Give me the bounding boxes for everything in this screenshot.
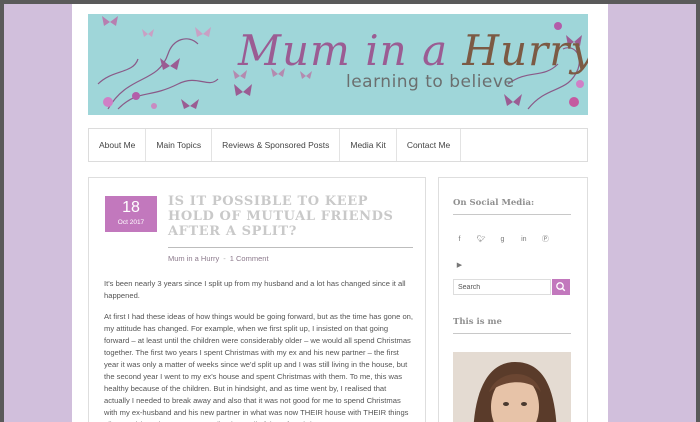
- google-plus-icon[interactable]: g: [498, 235, 507, 244]
- title-divider: [168, 247, 413, 248]
- pinterest-icon[interactable]: Ⓟ: [541, 235, 550, 244]
- post-paragraph: It's been nearly 3 years since I split u…: [104, 279, 406, 300]
- search-icon: [556, 282, 566, 292]
- post-date-badge: 18 Oct 2017: [105, 196, 157, 232]
- post-paragraph: At first I had these ideas of how things…: [104, 312, 414, 422]
- profile-photo[interactable]: [453, 352, 571, 422]
- social-widget-title: On Social Media:: [453, 198, 535, 208]
- nav-item-about-me[interactable]: About Me: [89, 129, 147, 161]
- twitter-icon[interactable]: 🐦︎: [476, 235, 486, 244]
- butterfly-icon: [102, 16, 118, 26]
- site-title-part1: Mum in a: [238, 26, 463, 75]
- profile-photo-image: [453, 352, 571, 422]
- nav-item-media-kit[interactable]: Media Kit: [340, 129, 397, 161]
- about-widget-divider: [453, 333, 571, 334]
- post-date-day: 18: [122, 199, 140, 216]
- post-meta: Mum in a Hurry -1 Comment: [168, 254, 269, 263]
- browser-viewport: Mum in a Hurry learning to believe About…: [4, 4, 696, 422]
- site-tagline: learning to believe: [346, 72, 515, 92]
- post-title[interactable]: Is it possible to keep hold of mutual fr…: [168, 194, 413, 239]
- post-article: 18 Oct 2017 Is it possible to keep hold …: [88, 177, 426, 422]
- post-date-month: Oct 2017: [117, 219, 145, 226]
- post-body: It's been nearly 3 years since I split u…: [104, 278, 414, 422]
- page-container: Mum in a Hurry learning to believe About…: [72, 4, 608, 422]
- linkedin-icon[interactable]: in: [519, 235, 528, 244]
- site-title-part2: Hurry: [462, 26, 588, 75]
- site-title: Mum in a Hurry: [238, 26, 588, 75]
- about-widget-title: This is me: [453, 317, 502, 327]
- facebook-icon[interactable]: f: [455, 235, 464, 244]
- nav-item-reviews[interactable]: Reviews & Sponsored Posts: [212, 129, 341, 161]
- search-input[interactable]: [453, 279, 551, 295]
- social-widget-divider: [453, 214, 571, 215]
- sidebar: On Social Media: f 🐦︎ g in Ⓟ ▶ ▣ This is…: [438, 177, 588, 422]
- youtube-icon[interactable]: ▶: [455, 261, 464, 270]
- main-nav: About Me Main Topics Reviews & Sponsored…: [88, 128, 588, 162]
- search-button[interactable]: [552, 279, 570, 295]
- post-comments-link[interactable]: 1 Comment: [230, 254, 269, 263]
- nav-item-contact-me[interactable]: Contact Me: [397, 129, 462, 161]
- post-author-link[interactable]: Mum in a Hurry: [168, 254, 219, 263]
- nav-item-main-topics[interactable]: Main Topics: [146, 129, 213, 161]
- meta-separator: -: [223, 254, 226, 263]
- header-banner[interactable]: Mum in a Hurry learning to believe: [88, 14, 588, 115]
